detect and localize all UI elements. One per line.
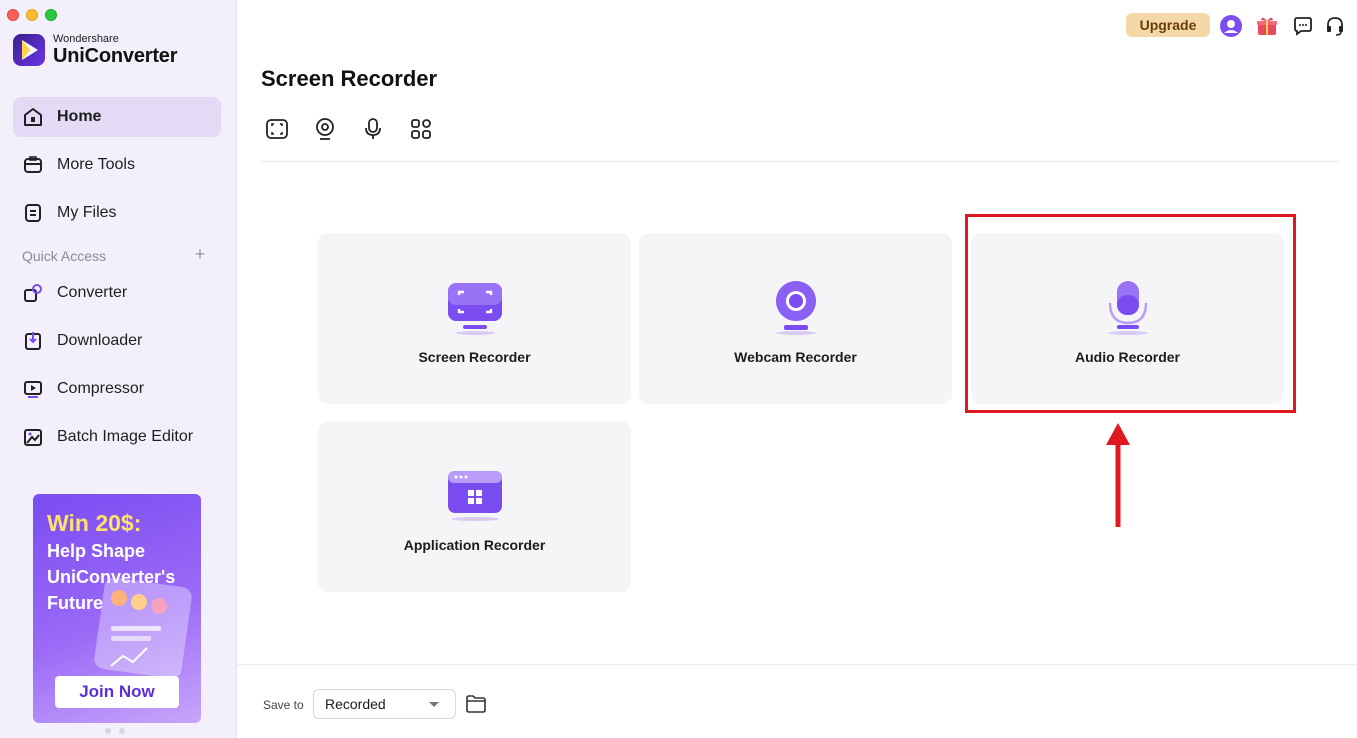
promo-pagination <box>105 728 125 734</box>
tab-apps-grid-icon[interactable] <box>408 116 434 142</box>
webcam-recorder-card[interactable]: Webcam Recorder <box>639 233 952 404</box>
tab-screen-capture-icon[interactable] <box>264 116 290 142</box>
upgrade-button[interactable]: Upgrade <box>1126 13 1210 37</box>
downloader-icon <box>22 330 44 352</box>
minimize-window-button[interactable] <box>26 9 38 21</box>
app-logo-icon <box>13 34 45 66</box>
application-recorder-icon <box>447 471 502 521</box>
converter-icon <box>22 282 44 304</box>
sidebar-item-label: My Files <box>57 204 117 221</box>
home-icon <box>22 106 44 128</box>
window-controls <box>7 9 57 21</box>
card-label: Application Recorder <box>403 537 546 553</box>
sidebar-item-label: Converter <box>57 284 128 301</box>
image-editor-icon <box>22 426 44 448</box>
sidebar-item-more-tools[interactable]: More Tools <box>13 145 221 185</box>
save-to-value: Recorded <box>325 696 386 712</box>
sidebar-item-label: Batch Image Editor <box>57 428 194 445</box>
sidebar-item-home[interactable]: Home <box>13 97 221 137</box>
files-icon <box>22 202 44 224</box>
avatar-icon[interactable] <box>1218 13 1244 39</box>
save-to-label: Save to <box>263 698 304 712</box>
tools-icon <box>22 154 44 176</box>
open-folder-icon[interactable] <box>465 694 487 714</box>
page-title: Screen Recorder <box>261 66 438 91</box>
sidebar-item-label: Compressor <box>57 380 145 397</box>
screen-recorder-card[interactable]: Screen Recorder <box>318 233 631 404</box>
pagination-dot[interactable] <box>119 728 125 734</box>
webcam-recorder-icon <box>775 281 816 335</box>
add-quick-access-button[interactable]: + <box>192 244 208 264</box>
chat-icon[interactable] <box>1290 13 1316 39</box>
card-label: Screen Recorder <box>418 349 531 365</box>
sidebar-item-my-files[interactable]: My Files <box>13 193 221 233</box>
sidebar: Wondershare UniConverter Home More Tools… <box>0 0 237 738</box>
pagination-dot[interactable] <box>105 728 111 734</box>
chevron-down-icon <box>429 702 439 707</box>
sidebar-item-batch-image-editor[interactable]: Batch Image Editor <box>13 417 221 457</box>
sidebar-item-label: Home <box>57 108 102 125</box>
promo-illustration <box>94 577 192 676</box>
tab-audio-icon[interactable] <box>360 116 386 142</box>
sidebar-item-compressor[interactable]: Compressor <box>13 369 221 409</box>
quick-access-label: Quick Access <box>22 248 107 264</box>
save-to-dropdown[interactable]: Recorded <box>313 689 456 719</box>
promo-banner[interactable]: Win 20$: Help Shape UniConverter's Futur… <box>33 494 201 723</box>
gift-icon[interactable] <box>1254 13 1280 39</box>
compressor-icon <box>22 378 44 400</box>
support-icon[interactable] <box>1322 13 1348 39</box>
sidebar-item-downloader[interactable]: Downloader <box>13 321 221 361</box>
brand-company: Wondershare <box>53 33 119 45</box>
header-divider <box>261 161 1339 162</box>
card-label: Webcam Recorder <box>734 349 857 365</box>
highlight-box <box>965 214 1296 413</box>
app-brand: Wondershare UniConverter <box>13 33 177 67</box>
application-recorder-card[interactable]: Application Recorder <box>318 421 631 592</box>
tab-webcam-icon[interactable] <box>312 116 338 142</box>
sidebar-item-label: Downloader <box>57 332 143 349</box>
screen-recorder-icon <box>447 283 502 335</box>
sidebar-item-converter[interactable]: Converter <box>13 273 221 313</box>
close-window-button[interactable] <box>7 9 19 21</box>
promo-line: Help Shape <box>47 541 146 561</box>
brand-product: UniConverter <box>53 45 178 67</box>
join-now-button[interactable]: Join Now <box>55 676 179 708</box>
annotation-arrow-icon <box>1106 423 1130 527</box>
zoom-window-button[interactable] <box>45 9 57 21</box>
promo-headline: Win 20$: <box>47 510 142 536</box>
sidebar-item-label: More Tools <box>57 156 135 173</box>
